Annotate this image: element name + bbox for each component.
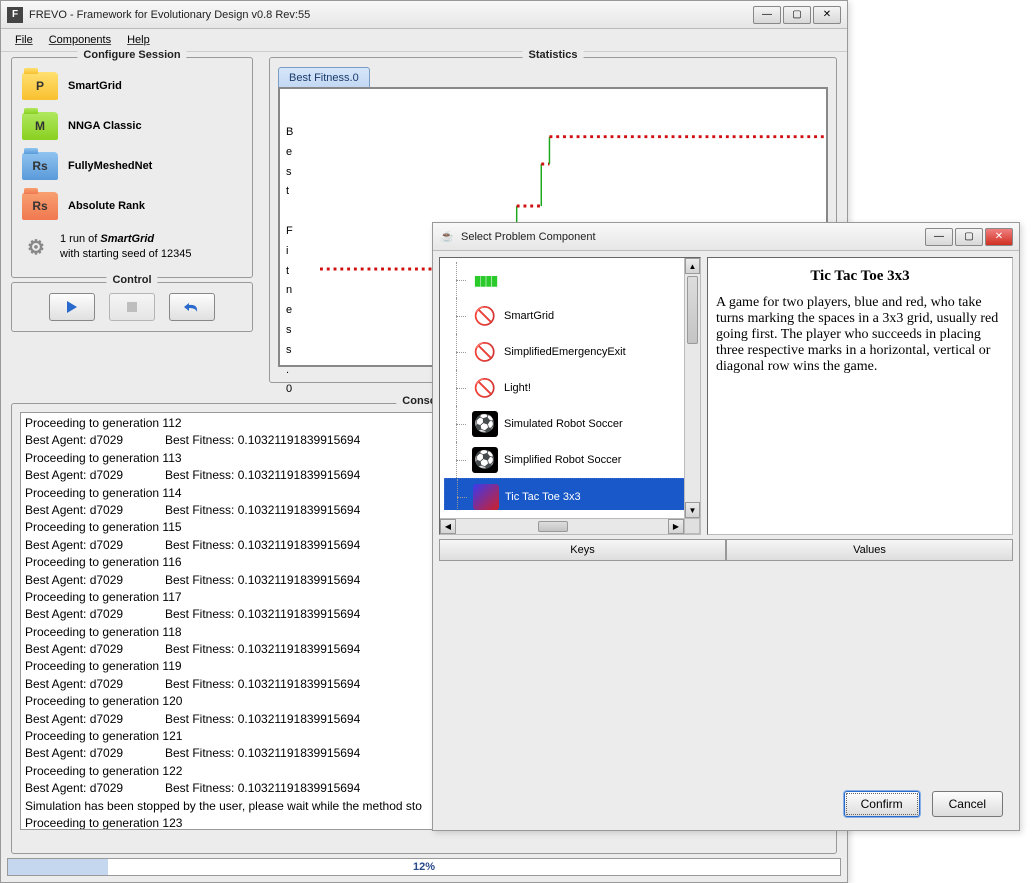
cancel-button[interactable]: Cancel xyxy=(932,791,1003,817)
configure-legend: Configure Session xyxy=(77,49,186,61)
select-problem-dialog: ☕ Select Problem Component — ▢ ✕ ▮▮▮▮ 🚫 Sm… xyxy=(432,222,1020,831)
dialog-minimize-button[interactable]: — xyxy=(925,228,953,246)
values-column-header[interactable]: Values xyxy=(726,539,1013,561)
statistics-legend: Statistics xyxy=(523,49,584,61)
config-item-absolute-rank[interactable]: Rs Absolute Rank xyxy=(20,186,244,226)
scroll-thumb-v[interactable] xyxy=(687,276,698,344)
scroll-down-icon[interactable]: ▼ xyxy=(685,502,700,518)
minimize-button[interactable]: — xyxy=(753,6,781,24)
soccer-icon: ⚽ xyxy=(472,447,498,473)
close-button[interactable]: ✕ xyxy=(813,6,841,24)
folder-icon: P xyxy=(22,72,58,100)
scroll-thumb-h[interactable] xyxy=(538,521,568,532)
dialog-title: Select Problem Component xyxy=(461,231,925,243)
tree-item-label: Simulated Robot Soccer xyxy=(504,418,623,430)
folder-icon: Rs xyxy=(22,152,58,180)
menu-file[interactable]: File xyxy=(9,31,39,49)
progress-bar: 12% xyxy=(7,858,841,876)
main-titlebar[interactable]: F FREVO - Framework for Evolutionary Des… xyxy=(1,1,847,29)
gear-icon: ⚙ xyxy=(22,233,50,261)
stop-button xyxy=(109,293,155,321)
tree-item-label: Simplified Robot Soccer xyxy=(504,454,621,466)
tree-item-tic-tac-toe-3x3[interactable]: Tic Tac Toe 3x3 xyxy=(444,478,696,510)
scroll-left-icon[interactable]: ◀ xyxy=(440,519,456,534)
dialog-maximize-button[interactable]: ▢ xyxy=(955,228,983,246)
tree-scrollbar-h[interactable]: ◀ ▶ xyxy=(440,518,684,534)
scroll-corner xyxy=(684,518,700,534)
dialog-titlebar[interactable]: ☕ Select Problem Component — ▢ ✕ xyxy=(433,223,1019,251)
scroll-right-icon[interactable]: ▶ xyxy=(668,519,684,534)
progress-label: 12% xyxy=(8,859,840,875)
app-icon: F xyxy=(7,7,23,23)
tree-item-simplified-robot-soccer[interactable]: ⚽ Simplified Robot Soccer xyxy=(444,442,696,478)
undo-button[interactable] xyxy=(169,293,215,321)
tree-item-label: SimplifiedEmergencyExit xyxy=(504,346,626,358)
tree-item-smartgrid[interactable]: 🚫 SmartGrid xyxy=(444,298,696,334)
control-legend: Control xyxy=(106,274,157,286)
keys-column-header[interactable]: Keys xyxy=(439,539,726,561)
component-tree[interactable]: ▮▮▮▮ 🚫 SmartGrid 🚫 SimplifiedEmergencyExit 🚫 L… xyxy=(439,257,701,535)
component-description: Tic Tac Toe 3x3 A game for two players, … xyxy=(707,257,1013,535)
desc-body: A game for two players, blue and red, wh… xyxy=(716,295,1004,375)
soccer-icon: ⚽ xyxy=(472,411,498,437)
folder-icon: Rs xyxy=(22,192,58,220)
confirm-button[interactable]: Confirm xyxy=(844,791,920,817)
main-title: FREVO - Framework for Evolutionary Desig… xyxy=(29,9,753,21)
maximize-button[interactable]: ▢ xyxy=(783,6,811,24)
tree-item-light-[interactable]: 🚫 Light! xyxy=(444,370,696,406)
config-item-label: NNGA Classic xyxy=(68,120,142,132)
play-button[interactable] xyxy=(49,293,95,321)
forbid-icon: 🚫 xyxy=(472,375,498,401)
tree-item-loading[interactable]: ▮▮▮▮ xyxy=(444,262,696,298)
desc-title: Tic Tac Toe 3x3 xyxy=(716,268,1004,285)
run-description: ⚙ 1 run of SmartGrid with starting seed … xyxy=(20,226,244,269)
config-item-label: FullyMeshedNet xyxy=(68,160,152,172)
config-item-smartgrid[interactable]: P SmartGrid xyxy=(20,66,244,106)
tree-item-simulated-robot-soccer[interactable]: ⚽ Simulated Robot Soccer xyxy=(444,406,696,442)
kv-table-header: Keys Values xyxy=(439,539,1013,561)
loading-icon: ▮▮▮▮ xyxy=(472,267,498,293)
java-icon: ☕ xyxy=(439,229,455,245)
config-item-fullymeshednet[interactable]: Rs FullyMeshedNet xyxy=(20,146,244,186)
tree-item-label: SmartGrid xyxy=(504,310,554,322)
chart-ylabel: Best Fitness.0 xyxy=(286,123,293,400)
kv-table-body xyxy=(439,561,1013,783)
tree-item-label: Light! xyxy=(504,382,531,394)
control-panel: Control xyxy=(11,282,253,332)
scroll-up-icon[interactable]: ▲ xyxy=(685,258,700,274)
configure-session-panel: Configure Session PSmartGridMNNGA Classi… xyxy=(11,57,253,278)
config-item-label: Absolute Rank xyxy=(68,200,145,212)
forbid-icon: 🚫 xyxy=(472,339,498,365)
ttt-icon xyxy=(473,484,499,510)
config-item-label: SmartGrid xyxy=(68,80,122,92)
dialog-close-button[interactable]: ✕ xyxy=(985,228,1013,246)
forbid-icon: 🚫 xyxy=(472,303,498,329)
menu-help[interactable]: Help xyxy=(121,31,156,49)
tree-scrollbar-v[interactable]: ▲ ▼ xyxy=(684,258,700,518)
tab-best-fitness[interactable]: Best Fitness.0 xyxy=(278,67,370,88)
config-item-nnga-classic[interactable]: M NNGA Classic xyxy=(20,106,244,146)
tree-item-label: Tic Tac Toe 3x3 xyxy=(505,491,581,503)
tree-item-simplifiedemergencyexit[interactable]: 🚫 SimplifiedEmergencyExit xyxy=(444,334,696,370)
folder-icon: M xyxy=(22,112,58,140)
menu-components[interactable]: Components xyxy=(43,31,117,49)
